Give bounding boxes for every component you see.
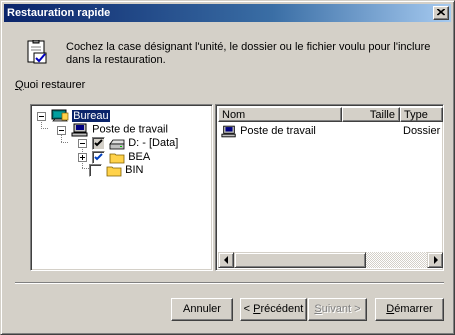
- bin-checkbox[interactable]: [89, 164, 102, 177]
- start-button[interactable]: Démarrer: [375, 298, 444, 321]
- tree-item-bea[interactable]: BEA: [78, 151, 150, 164]
- scroll-thumb[interactable]: [234, 252, 366, 268]
- checkmark-icon: [94, 139, 103, 147]
- folder-icon: [106, 166, 122, 176]
- close-button[interactable]: [433, 6, 449, 20]
- intro-text: Cochez la case désignant l'unité, le dos…: [66, 41, 431, 66]
- close-icon: [437, 9, 445, 16]
- list-item-type: Dossier: [403, 125, 441, 137]
- checklist-icon: [27, 40, 47, 64]
- cancel-button[interactable]: Annuler: [171, 298, 233, 321]
- section-label: Quoi restaurer: [15, 79, 86, 91]
- computer-icon: [71, 123, 88, 137]
- scroll-right-button[interactable]: [427, 252, 443, 268]
- drive-icon: [109, 139, 125, 149]
- list-item-name: Poste de travail: [240, 125, 316, 137]
- horizontal-scrollbar[interactable]: [218, 252, 443, 268]
- previous-button[interactable]: < Précédent: [240, 298, 307, 321]
- folder-icon: [109, 153, 125, 163]
- bea-checkbox[interactable]: [92, 151, 106, 164]
- title-bar[interactable]: Restauration rapide: [4, 4, 451, 22]
- tree-item-label: BIN: [125, 164, 144, 176]
- arrow-left-icon: [224, 256, 228, 264]
- folder-tree[interactable]: Bureau Poste de travail D: - [Data] BEA …: [30, 104, 213, 271]
- column-header-name[interactable]: Nom: [218, 107, 342, 122]
- file-list[interactable]: Nom Taille Type Poste de travail Dossier: [215, 104, 444, 271]
- collapse-toggle[interactable]: [78, 139, 87, 148]
- separator: [15, 282, 444, 284]
- list-item[interactable]: Poste de travail Dossier: [221, 125, 443, 138]
- tree-item-label: BEA: [128, 151, 151, 163]
- tree-item-drive-d[interactable]: D: - [Data]: [78, 137, 178, 150]
- arrow-right-icon: [434, 256, 438, 264]
- tree-item-bin[interactable]: BIN: [89, 164, 143, 177]
- tree-item-label: Bureau: [71, 108, 111, 123]
- scroll-left-button[interactable]: [218, 252, 234, 268]
- collapse-toggle[interactable]: [57, 125, 66, 135]
- column-header-size[interactable]: Taille: [342, 107, 400, 122]
- computer-icon: [221, 125, 236, 138]
- checkmark-icon: [94, 153, 103, 161]
- tree-item-poste-de-travail[interactable]: Poste de travail: [57, 123, 168, 137]
- window-title: Restauration rapide: [7, 7, 111, 19]
- next-button[interactable]: Suivant >: [308, 298, 367, 321]
- collapse-toggle[interactable]: [37, 111, 46, 121]
- tree-item-bureau[interactable]: Bureau: [37, 108, 111, 123]
- drive-checkbox[interactable]: [92, 137, 106, 150]
- expand-toggle[interactable]: [78, 153, 87, 162]
- desktop-icon: [51, 109, 69, 122]
- tree-item-label: D: - [Data]: [128, 137, 179, 149]
- column-header-type[interactable]: Type: [400, 107, 443, 122]
- dialog-window: Restauration rapide Cochez la case désig…: [0, 0, 455, 335]
- tree-item-label: Poste de travail: [92, 123, 168, 136]
